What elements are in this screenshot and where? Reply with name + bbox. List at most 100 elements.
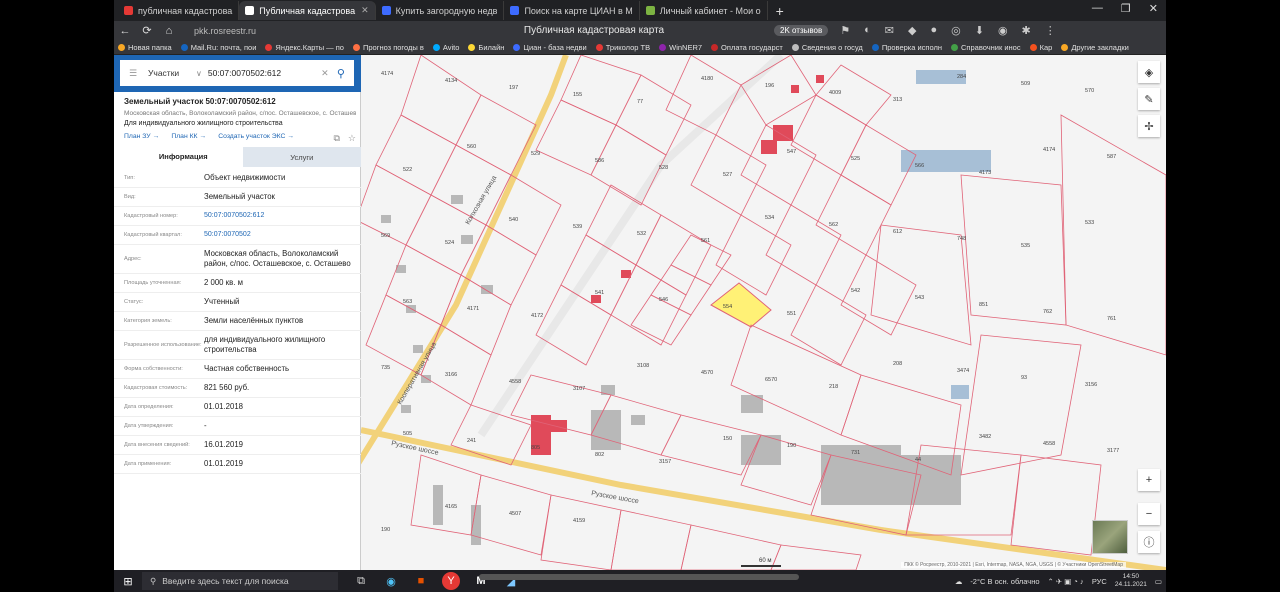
clock-time: 14:50 — [1122, 573, 1140, 580]
extension-icon[interactable]: ✉ — [885, 24, 894, 37]
back-icon[interactable]: ← — [114, 25, 136, 37]
info-button[interactable]: ⓘ — [1138, 531, 1160, 553]
extension-icon[interactable]: ◐ — [864, 24, 871, 37]
zoom-out-button[interactable]: − — [1138, 503, 1160, 525]
copy-icon[interactable]: ⧉ — [333, 133, 339, 144]
home-icon[interactable]: ⌂ — [158, 25, 180, 37]
draw-tool-button[interactable]: ✎ — [1138, 88, 1160, 110]
bookmark-item[interactable]: Прогноз погоды в — [352, 43, 424, 52]
bookmark-item[interactable]: WinNER7 — [659, 43, 702, 52]
clock[interactable]: 14:50 24.11.2021 — [1115, 573, 1147, 589]
app-icon[interactable]: ◉ — [382, 572, 400, 590]
scale-label: 60 м — [759, 558, 772, 564]
extension-icon[interactable]: ● — [930, 24, 937, 37]
locate-button[interactable]: ✢ — [1138, 115, 1160, 137]
menu-icon[interactable]: ⋮ — [1045, 24, 1056, 37]
chevron-down-icon[interactable]: ∨ — [196, 69, 202, 78]
bookmark-item[interactable]: Триколор ТВ — [595, 42, 651, 52]
basemap-switcher[interactable] — [1092, 520, 1128, 554]
property-value: Учтенный — [204, 297, 240, 306]
cadastral-map[interactable]: Колхозная улица Кооперативная улица Рузс… — [361, 55, 1166, 570]
window-controls: — ❐ ✕ — [1092, 2, 1158, 15]
minimize-icon[interactable]: — — [1092, 2, 1103, 15]
create-oks-link[interactable]: Создать участок ЭКС → — [218, 133, 294, 140]
search-type-select[interactable]: Участки — [148, 68, 196, 78]
property-row: Разрешенное использование: для индивидуал… — [114, 331, 361, 360]
tab-4[interactable]: Личный кабинет - Мои о — [640, 1, 768, 20]
bookmark-item[interactable]: Кар — [1029, 43, 1052, 52]
office-icon[interactable]: ■ — [412, 572, 430, 590]
property-value[interactable]: 50:07:0070502:612 — [204, 211, 264, 221]
property-value[interactable]: 50:07:0070502 — [204, 230, 251, 240]
tab-information[interactable]: Информация — [124, 147, 243, 167]
bookmark-item[interactable]: Проверка исполн — [871, 42, 943, 52]
close-window-icon[interactable]: ✕ — [1149, 2, 1158, 15]
property-value: 16.01.2019 — [204, 440, 244, 449]
windows-start-icon[interactable]: ⊞ — [114, 575, 142, 588]
new-tab-button[interactable]: + — [768, 3, 792, 19]
bookmark-item[interactable]: Другие закладки — [1061, 43, 1129, 52]
parcel-outline — [365, 294, 442, 376]
bookmark-item[interactable]: Справочник инос — [951, 43, 1021, 52]
layers-button[interactable]: ◈ — [1138, 61, 1160, 83]
parcel-label: 4558 — [509, 379, 521, 385]
extension-icon[interactable]: ◉ — [998, 24, 1008, 37]
property-key: Разрешенное использование: — [124, 342, 202, 348]
extension-icon[interactable]: ⬇ — [975, 24, 984, 37]
menu-icon[interactable]: ☰ — [124, 68, 142, 79]
property-key: Статус: — [124, 299, 144, 305]
parcel-outline — [455, 94, 537, 176]
clear-icon[interactable]: ✕ — [318, 68, 332, 79]
maximize-icon[interactable]: ❐ — [1121, 2, 1131, 15]
property-value: Московская область, Волоколамский район,… — [204, 249, 351, 268]
extension-icon[interactable]: ◆ — [908, 24, 916, 37]
weather-text[interactable]: -2°C В осн. облачно — [970, 577, 1039, 586]
parcel-label: 761 — [1107, 316, 1116, 322]
search-icon[interactable]: ⚲ — [332, 67, 350, 80]
reload-icon[interactable]: ⟳ — [136, 24, 158, 37]
property-key: Тип: — [124, 175, 135, 181]
parcel-label: 551 — [787, 311, 796, 317]
bookmark-item[interactable]: Циан - база недви — [513, 43, 587, 52]
task-view-icon[interactable]: ⧉ — [352, 572, 370, 590]
plan-zu-link[interactable]: План ЗУ → — [124, 133, 159, 140]
object-use: Для индивидуального жилищного строительс… — [124, 120, 283, 127]
map-canvas[interactable]: Колхозная улица Кооперативная улица Рузс… — [361, 55, 1166, 570]
bookmark-item[interactable]: Сведения о госуд — [791, 43, 863, 52]
bookmark-item[interactable]: Оплата государст — [711, 43, 783, 52]
zoom-in-button[interactable]: + — [1138, 469, 1160, 491]
bookmark-item[interactable]: Яндекс.Карты — по — [265, 43, 344, 52]
tab-1[interactable]: Публичная кадастрова ✕ — [239, 1, 376, 20]
tray-icons[interactable]: ⌃ ✈ ▣ ◔ ♪ — [1048, 577, 1084, 586]
tab-3[interactable]: Поиск на карте ЦИАН в М — [504, 1, 640, 20]
tab-services[interactable]: Услуги — [242, 147, 361, 167]
tab-2[interactable]: Купить загородную недв — [376, 1, 505, 20]
bookmark-icon — [432, 43, 440, 51]
language-indicator[interactable]: РУС — [1092, 577, 1107, 586]
parcel-outline — [815, 174, 892, 256]
tab-0[interactable]: публичная кадастрова — [118, 1, 240, 20]
bookmark-item[interactable]: Новая папка — [118, 43, 172, 52]
taskbar-search[interactable]: ⚲ Введите здесь текст для поиска — [142, 572, 338, 590]
bookmark-item[interactable]: Билайн — [468, 43, 504, 52]
bookmark-item[interactable]: Avito — [432, 43, 459, 52]
bookmark-label: Mail.Ru: почта, пои — [190, 42, 257, 52]
property-row: Дата внесения сведений: 16.01.2019 — [114, 436, 361, 455]
parcel-label: 539 — [573, 224, 582, 230]
weather-icon[interactable]: ☁ — [955, 577, 963, 586]
search-input[interactable] — [207, 68, 318, 78]
bookmark-label: Проверка исполн — [881, 42, 943, 52]
yandex-browser-icon[interactable]: Y — [442, 572, 460, 590]
url-field[interactable]: pkk.rosreestr.ru — [194, 26, 434, 36]
plan-kk-link[interactable]: План КК → — [171, 133, 206, 140]
extension-icon[interactable]: ◎ — [951, 24, 961, 37]
star-icon[interactable]: ☆ — [348, 133, 356, 144]
reviews-badge[interactable]: 2K отзывов — [774, 25, 829, 36]
notifications-icon[interactable]: ▭ — [1155, 577, 1162, 586]
bookmark-icon[interactable]: ⚑ — [840, 24, 850, 37]
bookmark-label: Триколор ТВ — [605, 42, 651, 52]
close-icon[interactable]: ✕ — [361, 5, 369, 16]
parcel-label: 197 — [509, 85, 518, 91]
bookmark-item[interactable]: Mail.Ru: почта, пои — [180, 42, 257, 52]
puzzle-icon[interactable]: ✱ — [1022, 24, 1031, 37]
